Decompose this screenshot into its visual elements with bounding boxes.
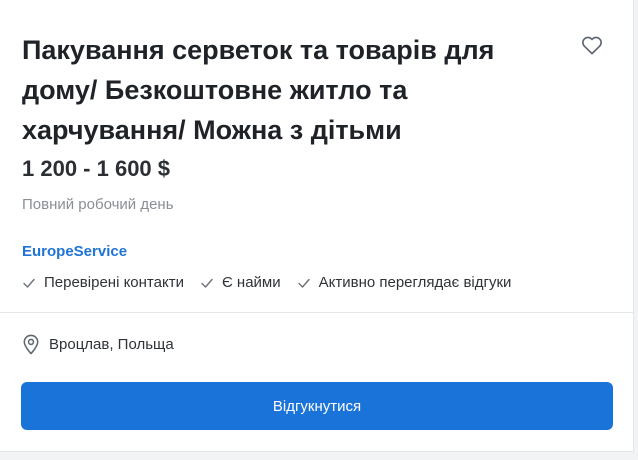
- favorite-button[interactable]: [578, 31, 606, 59]
- location-label: Вроцлав, Польща: [49, 336, 174, 353]
- vacancy-card: Пакування серветок та товарів для дому/ …: [0, 0, 634, 452]
- heart-icon: [582, 36, 602, 55]
- company-link[interactable]: EuropeService: [22, 243, 127, 260]
- check-icon: [201, 278, 213, 288]
- location: Вроцлав, Польща: [22, 334, 174, 355]
- badge-hires: Є найми: [200, 274, 281, 291]
- salary: 1 200 - 1 600 $: [22, 156, 171, 181]
- badge-label: Перевірені контакти: [44, 274, 184, 291]
- divider: [0, 312, 634, 313]
- work-type: Повний робочий день: [22, 196, 174, 213]
- check-icon: [23, 278, 35, 288]
- apply-button[interactable]: Відгукнутися: [21, 382, 613, 430]
- badge-label: Є найми: [221, 274, 281, 291]
- badge-active-reviews: Активно переглядає відгуки: [297, 274, 512, 291]
- badges-row: Перевірені контакти Є найми Активно пере…: [22, 274, 511, 291]
- vacancy-title[interactable]: Пакування серветок та товарів для дому/ …: [22, 30, 562, 150]
- check-icon: [297, 278, 310, 288]
- badge-label: Активно переглядає відгуки: [318, 274, 512, 291]
- map-pin-icon: [23, 334, 39, 355]
- badge-verified-contacts: Перевірені контакти: [22, 274, 184, 291]
